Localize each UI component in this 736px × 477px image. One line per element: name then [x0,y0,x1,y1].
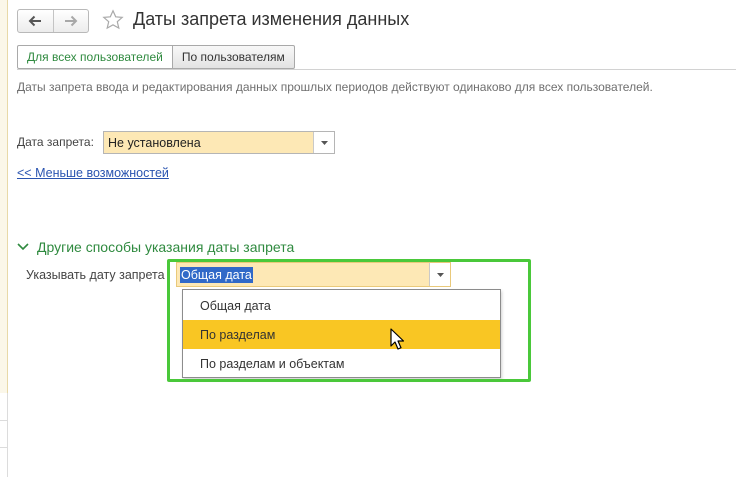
page-title: Даты запрета изменения данных [133,9,410,29]
forward-button[interactable] [52,10,89,32]
date-method-select[interactable]: Общая дата [176,262,451,287]
info-text: Даты запрета ввода и редактирования данн… [17,80,653,94]
prohibition-date-select[interactable]: Не установлена [103,131,335,154]
tabs-divider [17,69,736,70]
favorite-button[interactable] [101,8,125,32]
dropdown-button[interactable] [429,263,450,286]
navigation-buttons [17,9,89,33]
tab-by-users[interactable]: По пользователям [172,45,295,69]
user-mode-tabs: Для всех пользователей По пользователям [17,45,295,69]
option-common-date[interactable]: Общая дата [183,291,500,320]
window-left-edge [0,0,8,393]
dropdown-button[interactable] [313,132,334,153]
arrow-left-icon [28,15,42,27]
date-method-dropdown: Общая дата По разделам По разделам и объ… [182,289,501,378]
tab-all-users[interactable]: Для всех пользователей [17,45,173,69]
prohibition-date-label: Дата запрета: [17,135,94,149]
chevron-down-icon [436,272,444,277]
date-method-value-wrap: Общая дата [177,266,429,283]
star-icon [102,9,124,30]
chevron-down-icon [17,240,31,254]
option-by-sections[interactable]: По разделам [183,320,500,349]
date-method-value: Общая дата [180,266,253,283]
mouse-pointer-icon [390,328,404,350]
back-button[interactable] [18,10,53,32]
section-title: Другие способы указания даты запрета [37,239,295,255]
chevron-down-icon [320,140,328,145]
prohibition-date-value: Не установлена [108,135,201,150]
date-method-label: Указывать дату запрета [26,268,165,282]
window-left-edge-lower [0,393,8,477]
other-methods-section-toggle[interactable]: Другие способы указания даты запрета [17,239,294,255]
arrow-right-icon [64,15,78,27]
less-options-link[interactable]: << Меньше возможностей [17,166,169,180]
option-by-sections-and-objects[interactable]: По разделам и объектам [183,349,500,378]
